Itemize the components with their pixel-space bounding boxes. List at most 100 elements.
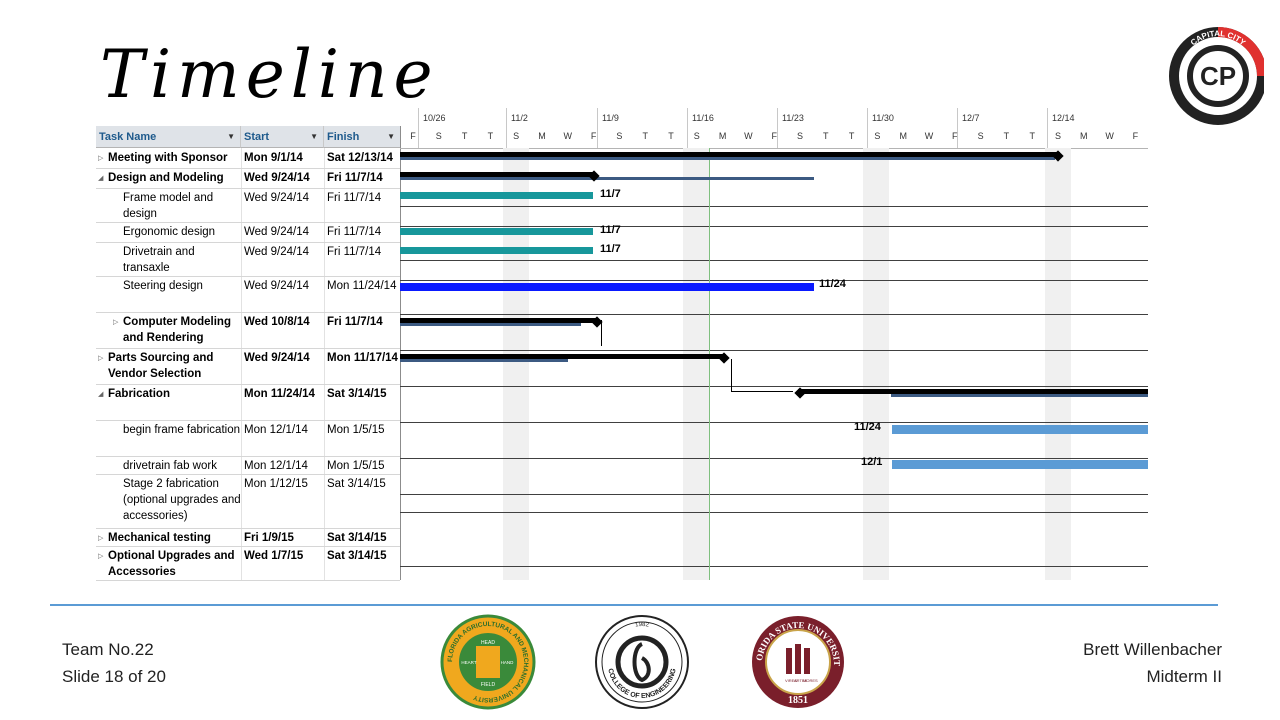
day-label: S xyxy=(513,131,520,141)
task-start: Wed 9/24/14 xyxy=(244,280,310,292)
week-label: 11/30 xyxy=(872,113,894,123)
table-row[interactable]: Drivetrain and transaxle Wed 9/24/14 Fri 1… xyxy=(96,242,400,277)
table-row[interactable]: Steering design Wed 9/24/14 Mon 11/24/14 xyxy=(96,276,400,313)
table-row[interactable]: Stage 2 fabrication (optional upgrades a… xyxy=(96,474,400,529)
event-name: Midterm II xyxy=(1146,667,1222,686)
task-start: Mon 11/24/14 xyxy=(244,388,315,400)
week-label: 11/23 xyxy=(782,113,804,123)
table-row[interactable]: Frame model and design Wed 9/24/14 Fri 11/… xyxy=(96,188,400,223)
task-finish: Mon 1/5/15 xyxy=(327,424,385,436)
table-row[interactable]: drivetrain fab work Mon 12/1/14 Mon 1/5/15 xyxy=(96,456,400,475)
day-label: M xyxy=(718,131,727,141)
collapse-icon[interactable]: ◢ xyxy=(98,174,103,182)
table-row[interactable]: ▷ Parts Sourcing and Vendor Selection Wed … xyxy=(96,348,400,385)
svg-text:1982: 1982 xyxy=(635,622,650,629)
weekend-shade xyxy=(503,148,529,580)
week-label: 12/14 xyxy=(1052,113,1075,123)
weekend-shade xyxy=(1045,148,1071,580)
bar-label-drivetrain: 11/7 xyxy=(600,243,621,255)
row-gridline xyxy=(400,226,1148,227)
day-label: W xyxy=(924,131,934,141)
fsu-seal-year: 1851 xyxy=(788,695,808,706)
summary-progress[interactable] xyxy=(400,157,1055,160)
column-header-finish[interactable]: Finish ▼ xyxy=(324,126,400,148)
week-label: 11/16 xyxy=(692,113,714,123)
famu-field: FIELD xyxy=(481,682,496,688)
expand-icon[interactable]: ▷ xyxy=(98,534,103,542)
summary-progress[interactable] xyxy=(400,359,568,362)
table-row[interactable]: ▷ Computer Modeling and Rendering Wed 10/8… xyxy=(96,312,400,349)
link-line[interactable] xyxy=(731,391,793,392)
bar-label-ergonomic: 11/7 xyxy=(600,224,621,236)
task-bar-steering[interactable] xyxy=(400,283,814,291)
table-row[interactable]: ◢ Design and Modeling Wed 9/24/14 Fri 11/7/… xyxy=(96,168,400,189)
dropdown-icon[interactable]: ▼ xyxy=(310,126,318,148)
task-table: Task Name ▼ Start ▼ Finish ▼ ▷ Meeting with … xyxy=(96,126,401,581)
day-label: F xyxy=(590,131,597,141)
summary-progress[interactable] xyxy=(891,394,1148,397)
day-label: S xyxy=(977,131,984,141)
row-gridline xyxy=(400,350,1148,351)
task-finish: Fri 11/7/14 xyxy=(327,172,383,184)
row-gridline xyxy=(400,260,1148,261)
task-name: Mechanical testing xyxy=(108,532,211,544)
task-bar-drivetrain[interactable] xyxy=(400,247,593,254)
day-label: F xyxy=(410,131,416,141)
footer-divider xyxy=(50,604,1218,606)
author-name: Brett Willenbacher xyxy=(1083,640,1222,659)
bar-label-begin-frame: 11/24 xyxy=(854,421,881,433)
table-row[interactable]: Ergonomic design Wed 9/24/14 Fri 11/7/14 xyxy=(96,222,400,243)
task-bar-begin-frame[interactable] xyxy=(892,425,1148,434)
today-line xyxy=(709,148,710,580)
author-info: Brett Willenbacher Midterm II xyxy=(1000,636,1222,690)
famu-seal: FLORIDA AGRICULTURAL AND MECHANICAL UNIV… xyxy=(440,614,536,710)
task-name: Parts Sourcing and Vendor Selection xyxy=(108,352,214,380)
table-row[interactable]: ▷ Meeting with Sponsor Mon 9/1/14 Sat 12/13… xyxy=(96,148,400,169)
task-finish: Sat 3/14/15 xyxy=(327,478,386,490)
gantt-chart: 10/26 11/2 11/9 11/16 11/23 11/30 12/7 12/14 F S… xyxy=(400,108,1148,580)
task-start: Wed 9/24/14 xyxy=(244,352,310,364)
task-name: Ergonomic design xyxy=(123,226,216,238)
collapse-icon[interactable]: ◢ xyxy=(98,390,103,398)
task-finish: Fri 11/7/14 xyxy=(327,246,382,258)
dropdown-icon[interactable]: ▼ xyxy=(227,126,235,148)
task-bar-frame[interactable] xyxy=(400,192,593,199)
link-line[interactable] xyxy=(731,359,732,391)
column-header-start[interactable]: Start ▼ xyxy=(241,126,324,148)
expand-icon[interactable]: ▷ xyxy=(113,318,118,326)
column-header-task-name[interactable]: Task Name ▼ xyxy=(96,126,241,148)
table-row[interactable]: ▷ Optional Upgrades and Accessories Wed 1/… xyxy=(96,546,400,581)
day-label: T xyxy=(668,131,674,141)
row-gridline xyxy=(400,314,1148,315)
expand-icon[interactable]: ▷ xyxy=(98,354,103,362)
expand-icon[interactable]: ▷ xyxy=(98,154,103,162)
row-gridline xyxy=(400,458,1148,459)
coe-seal-year: 1982 xyxy=(635,622,650,629)
summary-progress[interactable] xyxy=(400,323,581,326)
day-label: F xyxy=(1132,131,1139,141)
table-row[interactable]: ◢ Fabrication Mon 11/24/14 Sat 3/14/15 xyxy=(96,384,400,421)
task-finish: Fri 11/7/14 xyxy=(327,226,382,238)
task-bar-drivetrain-fab[interactable] xyxy=(892,460,1148,469)
task-name: Computer Modeling and Rendering xyxy=(123,316,231,344)
task-name: Design and Modeling xyxy=(108,172,224,184)
task-finish: Sat 3/14/15 xyxy=(327,532,387,544)
task-finish: Fri 11/7/14 xyxy=(327,316,383,328)
summary-progress[interactable] xyxy=(400,177,814,180)
task-finish: Fri 11/7/14 xyxy=(327,192,382,204)
week-label: 11/2 xyxy=(511,113,528,123)
link-line[interactable] xyxy=(601,320,602,346)
task-name: Steering design xyxy=(123,280,203,292)
table-row[interactable]: begin frame fabrication Mon 12/1/14 Mon 1/… xyxy=(96,420,400,457)
task-start: Wed 9/24/14 xyxy=(244,172,310,184)
task-start: Mon 9/1/14 xyxy=(244,152,303,164)
task-bar-ergonomic[interactable] xyxy=(400,228,593,235)
fsu-seal: FLORIDA STATE UNIVERSITY 1851 VIRES ARTE… xyxy=(750,614,844,708)
day-label: S xyxy=(616,131,623,141)
dropdown-icon[interactable]: ▼ xyxy=(387,126,395,148)
column-header-label: Task Name xyxy=(99,131,157,143)
table-row[interactable]: ▷ Mechanical testing Fri 1/9/15 Sat 3/14/15 xyxy=(96,528,400,547)
expand-icon[interactable]: ▷ xyxy=(98,552,103,560)
week-label: 11/9 xyxy=(602,113,619,123)
task-name: Meeting with Sponsor xyxy=(108,152,228,164)
